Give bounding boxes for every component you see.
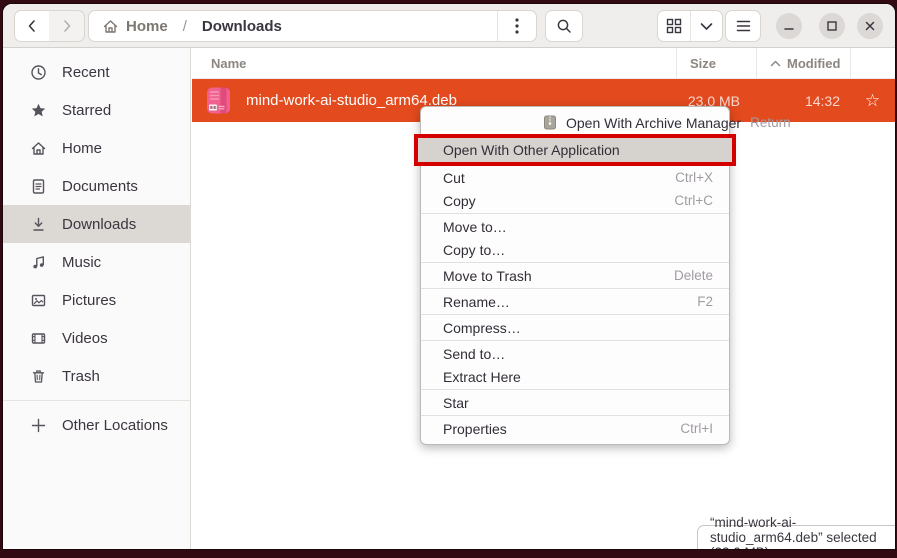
minimize-icon [783, 20, 795, 32]
home-icon [30, 140, 47, 157]
sidebar-item-trash[interactable]: Trash [3, 357, 190, 395]
menu-separator [421, 340, 729, 341]
sidebar-item-starred[interactable]: Starred [3, 91, 190, 129]
sidebar-item-label: Home [62, 140, 102, 157]
forward-button[interactable] [49, 10, 85, 42]
sidebar-item-videos[interactable]: Videos [3, 319, 190, 357]
app-menu-button[interactable] [725, 10, 761, 42]
clock-icon [30, 64, 47, 81]
sidebar-item-label: Pictures [62, 292, 116, 309]
path-bar[interactable]: Home / Downloads [88, 10, 537, 42]
kebab-menu-icon [515, 18, 519, 34]
sidebar-separator [3, 400, 190, 401]
sidebar-item-recent[interactable]: Recent [3, 53, 190, 91]
sidebar-item-music[interactable]: Music [3, 243, 190, 281]
star-icon [30, 102, 47, 119]
star-toggle-icon[interactable]: ☆ [850, 91, 895, 111]
menu-item-cut[interactable]: Cut Ctrl+X [421, 166, 729, 189]
sidebar-item-documents[interactable]: Documents [3, 167, 190, 205]
menu-item-compress[interactable]: Compress… [421, 316, 729, 339]
view-options-dropdown[interactable] [690, 11, 723, 41]
menu-item-send-to[interactable]: Send to… [421, 342, 729, 365]
close-icon [864, 20, 876, 32]
menu-separator [421, 213, 729, 214]
sidebar-item-downloads[interactable]: Downloads [3, 205, 190, 243]
screenshot-root: Home / Downloads [0, 0, 897, 558]
sidebar-item-label: Other Locations [62, 417, 168, 434]
menu-item-extract-here[interactable]: Extract Here [421, 365, 729, 388]
sidebar-item-other-locations[interactable]: Other Locations [3, 406, 190, 444]
archive-manager-icon [543, 115, 557, 130]
grid-view-icon [666, 18, 682, 34]
column-header-modified[interactable]: Modified [756, 48, 850, 78]
menu-item-open-with-archive-manager[interactable]: Open With Archive Manager Return [421, 111, 729, 134]
sidebar-item-home[interactable]: Home [3, 129, 190, 167]
column-header-name[interactable]: Name [192, 48, 676, 78]
sidebar-item-label: Trash [62, 368, 100, 385]
breadcrumb-home[interactable]: Home [126, 18, 168, 35]
hamburger-menu-icon [736, 20, 751, 32]
search-button[interactable] [545, 10, 583, 42]
menu-item-star[interactable]: Star [421, 391, 729, 414]
maximize-button[interactable] [819, 13, 845, 39]
plus-icon [30, 417, 47, 434]
music-note-icon [30, 254, 47, 271]
menu-item-copy[interactable]: Copy Ctrl+C [421, 189, 729, 212]
menu-separator [421, 415, 729, 416]
menu-separator [421, 262, 729, 263]
column-header-size[interactable]: Size [676, 48, 756, 78]
sidebar-item-pictures[interactable]: Pictures [3, 281, 190, 319]
maximize-icon [826, 20, 838, 32]
sidebar-item-label: Videos [62, 330, 108, 347]
close-button[interactable] [857, 13, 883, 39]
column-header-star [850, 48, 895, 78]
path-options-button[interactable] [497, 11, 536, 41]
menu-separator [421, 314, 729, 315]
annotation-highlight-box: Open With Other Application [414, 134, 736, 166]
view-toggle-button [657, 10, 723, 42]
menu-item-open-with-other-application[interactable]: Open With Other Application [418, 138, 732, 162]
chevron-right-icon [60, 19, 74, 33]
download-arrow-icon [30, 216, 47, 233]
minimize-button[interactable] [776, 13, 802, 39]
menu-item-move-to[interactable]: Move to… [421, 215, 729, 238]
context-menu: Open With Archive Manager Return Open Wi… [420, 106, 730, 445]
sidebar-item-label: Downloads [62, 216, 136, 233]
trash-icon [30, 368, 47, 385]
places-sidebar: Recent Starred Home Documents Downloads … [3, 48, 191, 549]
chevron-down-icon [700, 22, 713, 31]
document-icon [30, 178, 47, 195]
search-icon [556, 18, 572, 34]
sidebar-item-label: Recent [62, 64, 110, 81]
menu-item-move-to-trash[interactable]: Move to Trash Delete [421, 264, 729, 287]
chevron-left-icon [25, 19, 39, 33]
home-icon [102, 18, 119, 35]
menu-separator [421, 288, 729, 289]
breadcrumb: Home / Downloads [102, 18, 282, 35]
sidebar-item-label: Documents [62, 178, 138, 195]
grid-view-button[interactable] [658, 11, 690, 41]
sidebar-item-label: Starred [62, 102, 111, 119]
titlebar[interactable]: Home / Downloads [3, 4, 895, 48]
menu-item-copy-to[interactable]: Copy to… [421, 238, 729, 261]
status-bar: “mind-work-ai-studio_arm64.deb” selected… [697, 525, 895, 549]
menu-item-properties[interactable]: Properties Ctrl+I [421, 417, 729, 440]
back-button[interactable] [14, 10, 50, 42]
menu-separator [421, 389, 729, 390]
file-modified: 14:32 [756, 93, 850, 109]
sidebar-item-label: Music [62, 254, 101, 271]
deb-package-icon [204, 86, 233, 115]
film-icon [30, 330, 47, 347]
breadcrumb-current[interactable]: Downloads [202, 18, 282, 35]
sort-ascending-icon [770, 60, 781, 67]
menu-item-rename[interactable]: Rename… F2 [421, 290, 729, 313]
list-header: Name Size Modified [192, 48, 895, 79]
breadcrumb-separator: / [183, 18, 187, 35]
picture-icon [30, 292, 47, 309]
